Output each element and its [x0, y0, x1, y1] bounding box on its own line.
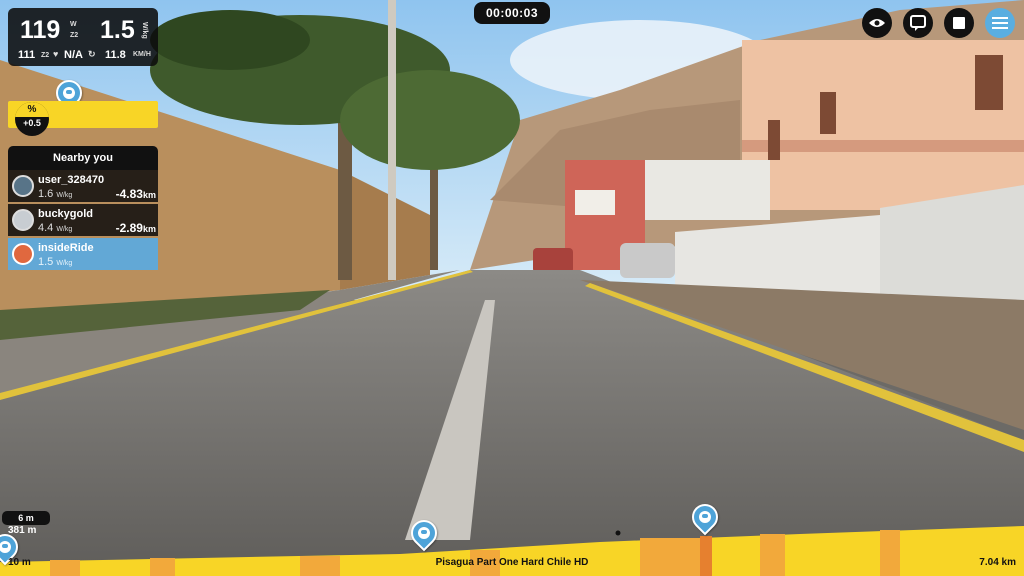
rider-wkg: 1.5 W/kg: [38, 256, 73, 268]
grade-value: +0.5: [23, 118, 41, 128]
distance-badge: 6 m: [2, 511, 50, 525]
rider-face-icon: [699, 511, 711, 523]
rider-face-icon: [0, 541, 11, 553]
nearby-title: Nearby you: [8, 146, 158, 170]
rider-name: user_328470: [38, 174, 105, 186]
menu-button[interactable]: [985, 8, 1015, 38]
grade-gauge: % +0.5: [15, 102, 49, 136]
rider-avatar: [12, 209, 34, 231]
heart-icon: ♥: [53, 49, 59, 59]
nearby-rider-row[interactable]: buckygold 4.4 W/kg -2.89km: [8, 204, 158, 236]
rider-gap: -4.83km: [115, 187, 156, 201]
power-value: 119: [20, 16, 61, 44]
route-name: Pisagua Part One Hard Chile HD: [435, 557, 589, 568]
total-distance: 7.04 km: [979, 557, 1016, 568]
hr-zone: Z2: [41, 52, 50, 59]
view-toggle-button[interactable]: [862, 8, 892, 38]
rider-face-icon: [63, 87, 75, 99]
rider-gap: -2.89km: [115, 221, 156, 235]
rider-name: buckygold: [38, 208, 94, 220]
stop-button[interactable]: [944, 8, 974, 38]
stop-icon: [953, 17, 965, 29]
altitude-label: 381 m: [8, 525, 37, 536]
wkg-value: 1.5: [100, 16, 135, 44]
wkg-unit: W/kg: [141, 22, 148, 39]
cadence-icon: ↻: [88, 49, 96, 59]
speed-value: 11.8: [105, 49, 126, 61]
rider-wkg: 1.6 W/kg: [38, 188, 73, 200]
power-unit: W: [70, 21, 77, 28]
speed-unit: KM/H: [133, 51, 151, 58]
menu-icon: [992, 17, 1008, 29]
power-zone: Z2: [70, 32, 79, 39]
ride-stats-panel: 119 W Z2 1.5 W/kg 111 Z2 ♥ N/A ↻ 11.8 KM…: [8, 8, 158, 66]
chat-button[interactable]: [903, 8, 933, 38]
eye-icon: [869, 19, 885, 27]
cadence-value: N/A: [64, 49, 83, 61]
rider-wkg: 4.4 W/kg: [38, 222, 73, 234]
video-scene: [0, 0, 1024, 576]
heart-rate-value: 111: [18, 49, 36, 61]
nearby-rider-row-self[interactable]: insideRide 1.5 W/kg: [8, 238, 158, 270]
grade-symbol: %: [15, 102, 49, 117]
rider-face-icon: [418, 527, 430, 539]
rider-name: insideRide: [38, 242, 94, 254]
chat-icon: [910, 15, 926, 31]
nearby-rider-row[interactable]: user_328470 1.6 W/kg -4.83km: [8, 170, 158, 202]
ride-timer: 00:00:03: [474, 2, 550, 24]
rider-avatar: [12, 243, 34, 265]
rider-avatar: [12, 175, 34, 197]
